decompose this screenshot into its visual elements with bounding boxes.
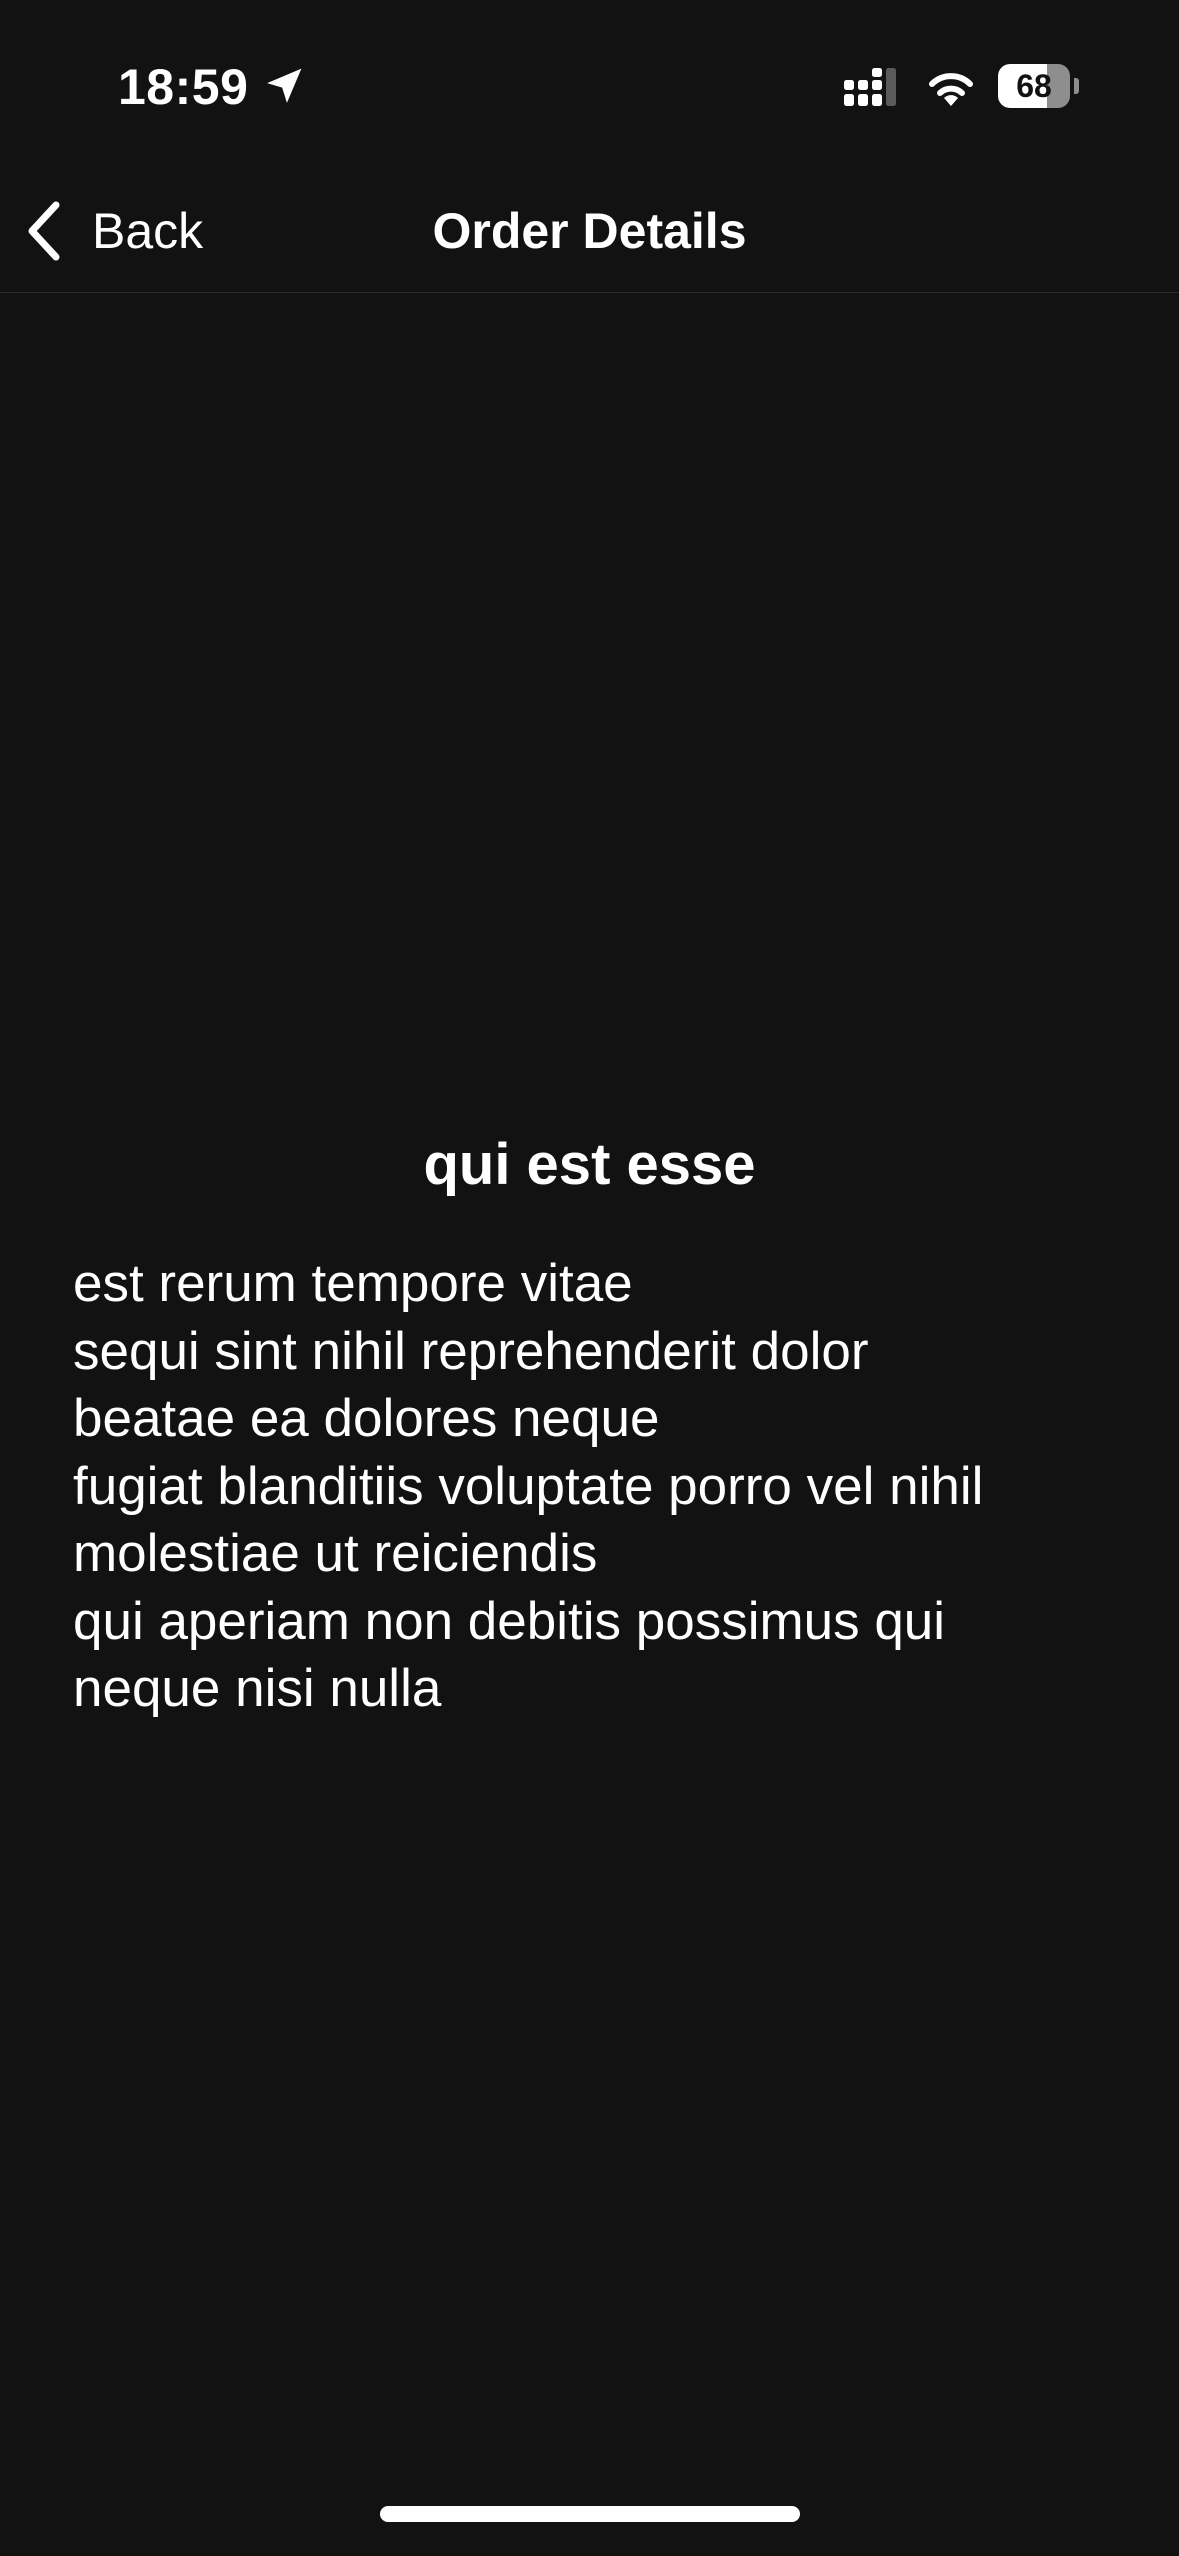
battery-level: 68 — [1016, 68, 1052, 104]
back-label: Back — [92, 203, 204, 259]
cellular-signal-icon — [844, 68, 896, 106]
post-title: qui est esse — [423, 1132, 756, 1197]
wifi-icon — [929, 73, 973, 106]
status-bar: 18:59 68 — [0, 0, 1179, 170]
battery-icon: 68 — [998, 64, 1080, 110]
status-time: 18:59 — [118, 59, 249, 115]
post-body: est rerum tempore vitae sequi sint nihil… — [73, 1254, 984, 1718]
battery-cap — [1074, 78, 1079, 94]
location-arrow-icon — [267, 68, 302, 103]
battery-body: 68 — [998, 64, 1070, 108]
navigation-bar: Back Order Details — [0, 170, 1179, 293]
home-indicator[interactable] — [380, 2506, 800, 2522]
chevron-left-icon — [28, 201, 60, 261]
back-button[interactable]: Back — [22, 194, 203, 268]
